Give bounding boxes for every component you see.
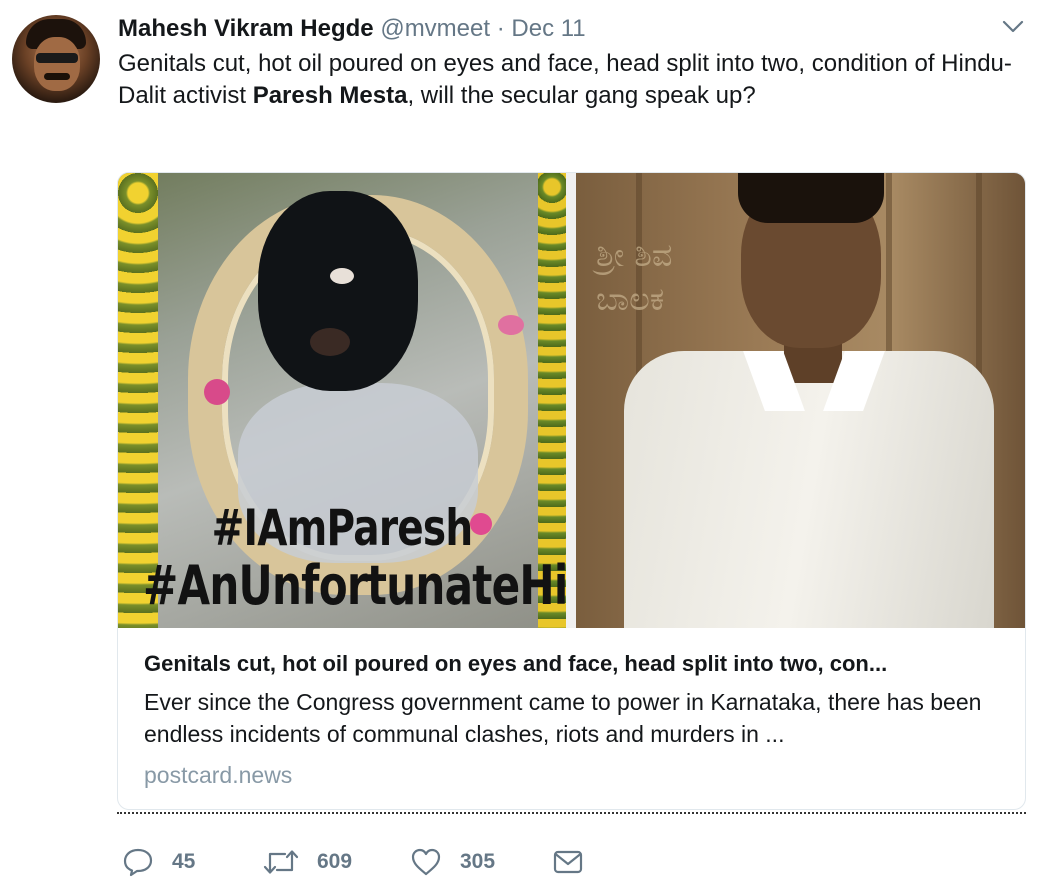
card-domain[interactable]: postcard.news [144, 760, 292, 790]
card-image[interactable]: #IAmParesh #AnUnfortunateHindu ಶ್ರೀ ಶಿವ … [118, 173, 1025, 628]
chevron-down-icon[interactable] [1002, 20, 1024, 34]
retweet-icon [263, 850, 299, 874]
face-shape [258, 191, 418, 391]
like-count: 305 [460, 850, 496, 873]
tweet-text-part2: , will the secular gang speak up? [407, 82, 756, 109]
mouth-shape [310, 328, 350, 356]
tweet-date[interactable]: Dec 11 [511, 15, 585, 42]
card-image-right: ಶ್ರೀ ಶಿವ ಬಾಲಕ [576, 173, 1025, 628]
author-handle[interactable]: @mvmeet [380, 15, 490, 42]
wall-writing: ಶ್ರೀ ಶಿವ ಬಾಲಕ [596, 233, 672, 321]
hair-shape [738, 173, 884, 223]
avatar-glasses [36, 53, 78, 63]
avatar[interactable] [12, 15, 100, 103]
envelope-icon [553, 850, 583, 874]
avatar-mustache [44, 73, 70, 80]
header-separator: · [496, 15, 505, 42]
author-name[interactable]: Mahesh Vikram Hegde [118, 15, 374, 42]
link-card[interactable]: #IAmParesh #AnUnfortunateHindu ಶ್ರೀ ಶಿವ … [117, 172, 1026, 810]
direct-message-button[interactable] [553, 842, 583, 882]
wall-writing-line-1: ಶ್ರೀ ಶಿವ [596, 236, 673, 274]
card-description: Ever since the Congress government came … [144, 689, 982, 747]
tweet-text: Genitals cut, hot oil poured on eyes and… [118, 48, 1018, 112]
card-image-left: #IAmParesh #AnUnfortunateHindu [118, 173, 566, 628]
reply-button[interactable]: 45 [122, 842, 195, 882]
tweet-text-bold[interactable]: Paresh Mesta [253, 82, 408, 109]
retweet-button[interactable]: 609 [263, 842, 352, 882]
image-hashtag-2: #AnUnfortunateHindu [143, 554, 566, 617]
shirt-shape [624, 351, 994, 628]
reply-count: 45 [172, 850, 196, 873]
retweet-count: 609 [317, 850, 353, 873]
focus-divider [117, 812, 1026, 814]
flower-pink [204, 379, 230, 405]
heart-icon [411, 848, 441, 876]
tweet-header: Mahesh Vikram Hegde @mvmeet · Dec 11 [118, 14, 586, 44]
like-button[interactable]: 305 [410, 842, 495, 882]
image-hashtag-1: #IAmParesh [211, 499, 474, 557]
reply-icon [123, 848, 153, 877]
card-title[interactable]: Genitals cut, hot oil poured on eyes and… [144, 650, 1004, 678]
wall-writing-line-2: ಬಾಲಕ [596, 280, 665, 318]
eye-shape [330, 268, 354, 284]
avatar-face [34, 37, 80, 91]
flower-pink [498, 315, 524, 335]
card-body[interactable]: Genitals cut, hot oil poured on eyes and… [118, 628, 1025, 809]
